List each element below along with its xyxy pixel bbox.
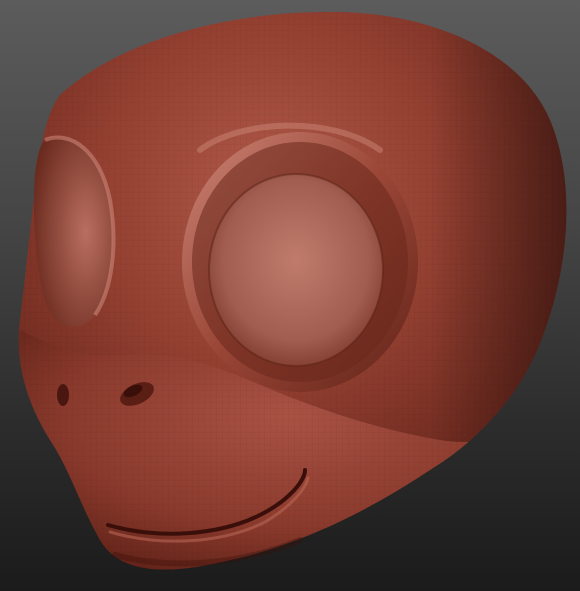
- nostril-left: [57, 384, 69, 406]
- sculpted-head-model[interactable]: [0, 0, 580, 591]
- sculpt-viewport[interactable]: [0, 0, 580, 591]
